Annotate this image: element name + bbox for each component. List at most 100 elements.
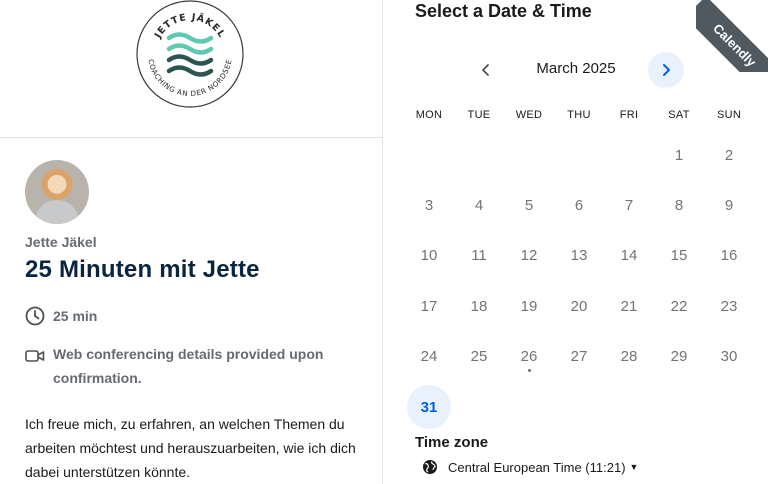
day-number: 19 (520, 297, 538, 315)
day-cell: 26 (504, 332, 554, 382)
day-number: 20 (570, 297, 588, 315)
day-selected[interactable]: 31 (404, 382, 454, 432)
day-number: 17 (420, 297, 438, 315)
day-cell: 5 (504, 180, 554, 230)
event-details-panel: JETTE JÄKEL COACHING AN DER NORDSEE Jett… (0, 0, 383, 484)
weekday-label: SUN (716, 109, 742, 121)
day-cell: 18 (454, 281, 504, 331)
empty-day-cell (504, 130, 554, 180)
day-cell: 19 (504, 281, 554, 331)
scheduler-panel: Select a Date & Time March 2025 MON TUE WE… (384, 0, 768, 484)
day-number: 7 (624, 197, 634, 215)
day-cell: 6 (554, 180, 604, 230)
event-info: Jette Jäkel 25 Minuten mit Jette 25 min … (25, 160, 365, 484)
day-number: 5 (524, 197, 534, 215)
day-number: 8 (674, 197, 684, 215)
timezone-value: Central European Time (11:21) (448, 459, 626, 475)
day-cell: 13 (554, 231, 604, 281)
day-cell: 23 (704, 281, 754, 331)
day-number: 27 (570, 348, 588, 366)
day-number: 3 (424, 197, 434, 215)
day-cell: 2 (704, 130, 754, 180)
day-number: 14 (620, 247, 638, 265)
weekday-label: SAT (668, 109, 690, 121)
weekday-label: THU (567, 109, 591, 121)
day-cell: 27 (554, 332, 604, 382)
day-number: 26 (520, 348, 538, 366)
day-number: 6 (574, 197, 584, 215)
day-number: 12 (520, 247, 538, 265)
day-cell: 4 (454, 180, 504, 230)
globe-icon (423, 460, 437, 474)
day-number: 16 (720, 247, 738, 265)
chevron-left-icon (482, 64, 489, 76)
powered-by-ribbon[interactable]: POWERED BY Calendly (696, 0, 768, 72)
empty-day-cell (554, 130, 604, 180)
weekday-label: WED (515, 109, 543, 121)
chevron-right-icon (663, 64, 670, 76)
day-cell: 22 (654, 281, 704, 331)
day-cell: 21 (604, 281, 654, 331)
event-description: Ich freue mich, zu erfahren, an welchen … (25, 416, 356, 480)
previous-month-button[interactable] (468, 52, 504, 88)
today-indicator (528, 368, 531, 372)
day-number: 18 (470, 297, 488, 315)
weekday-label: FRI (619, 109, 639, 121)
weekday-label: MON (415, 109, 443, 121)
calendar-grid: 1 2 3 4 5 6 7 8 9 10 11 12 13 14 15 16 17 18 19 20 21 22 23 24 2… (404, 130, 764, 432)
brand-logo: JETTE JÄKEL COACHING AN DER NORDSEE (136, 0, 244, 108)
empty-day-cell (454, 130, 504, 180)
timezone-select[interactable]: Central European Time (11:21) ▼ (422, 459, 638, 475)
day-number: 30 (720, 348, 738, 366)
event-title: 25 Minuten mit Jette (25, 256, 260, 283)
conferencing-text: Web conferencing details provided upon c… (53, 346, 324, 386)
day-cell: 24 (404, 332, 454, 382)
day-cell: 9 (704, 180, 754, 230)
timezone-label: Time zone (415, 434, 489, 451)
day-cell: 29 (654, 332, 704, 382)
current-month: March 2025 (536, 60, 616, 77)
empty-day-cell (404, 130, 454, 180)
brand-header: JETTE JÄKEL COACHING AN DER NORDSEE (0, 0, 383, 138)
day-cell: 8 (654, 180, 704, 230)
empty-day-cell (604, 130, 654, 180)
day-cell: 11 (454, 231, 504, 281)
day-number: 23 (720, 297, 738, 315)
weekday-label: TUE (467, 109, 491, 121)
day-number: 11 (471, 247, 487, 265)
day-cell: 17 (404, 281, 454, 331)
duration-text: 25 min (53, 308, 98, 324)
day-cell: 3 (404, 180, 454, 230)
day-number: 28 (620, 348, 638, 366)
day-number: 24 (420, 348, 438, 366)
day-number: 25 (470, 348, 488, 366)
day-number: 10 (420, 247, 438, 265)
day-cell: 28 (604, 332, 654, 382)
day-number: 1 (674, 146, 684, 164)
day-cell: 14 (604, 231, 654, 281)
day-number: 21 (620, 297, 638, 315)
clock-icon (25, 306, 45, 326)
host-name: Jette Jäkel (25, 234, 97, 250)
caret-down-icon: ▼ (629, 462, 639, 472)
day-cell: 12 (504, 231, 554, 281)
day-cell: 20 (554, 281, 604, 331)
day-cell: 7 (604, 180, 654, 230)
host-avatar (25, 160, 89, 224)
day-cell: 16 (704, 231, 754, 281)
day-number: 15 (670, 247, 688, 265)
day-number: 22 (670, 297, 688, 315)
video-camera-icon (25, 350, 45, 362)
next-month-button[interactable] (648, 52, 684, 88)
conferencing-row: Web conferencing details provided upon c… (25, 342, 365, 390)
day-cell: 30 (704, 332, 754, 382)
day-number: 2 (724, 146, 734, 164)
weekday-header: MON TUE WED THU FRI SAT SUN (404, 109, 764, 121)
day-number: 29 (670, 348, 688, 366)
month-navigation: March 2025 (468, 52, 684, 88)
duration-row: 25 min (25, 304, 365, 328)
day-cell: 10 (404, 231, 454, 281)
page-title: Select a Date & Time (415, 1, 592, 21)
day-cell: 1 (654, 130, 704, 180)
day-cell: 15 (654, 231, 704, 281)
